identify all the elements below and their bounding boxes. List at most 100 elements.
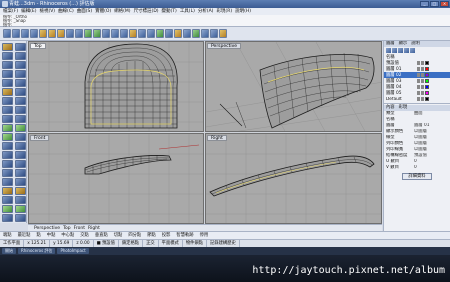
options-icon[interactable] bbox=[183, 29, 191, 38]
lock-icon[interactable] bbox=[421, 67, 424, 71]
osnap-option[interactable]: 四分點 bbox=[128, 232, 141, 239]
text-icon[interactable] bbox=[2, 88, 13, 96]
menu-tools[interactable]: 工具(L) bbox=[180, 8, 195, 15]
osnap-option[interactable]: 點 bbox=[36, 232, 40, 239]
trim-icon[interactable] bbox=[2, 142, 13, 150]
zoom-extents-icon[interactable] bbox=[120, 29, 128, 38]
osnap-option[interactable]: 最近點 bbox=[18, 232, 31, 239]
osnap-option[interactable]: 端點 bbox=[3, 232, 12, 239]
group-icon[interactable] bbox=[2, 214, 13, 222]
mesh-icon[interactable] bbox=[15, 133, 26, 141]
layer-color-swatch[interactable] bbox=[425, 97, 429, 101]
rotate-view-icon[interactable] bbox=[93, 29, 101, 38]
menu-curve[interactable]: 曲線(C) bbox=[58, 8, 74, 15]
bulb-icon[interactable] bbox=[417, 91, 420, 95]
wireframe-icon[interactable] bbox=[138, 29, 146, 38]
osnap-option[interactable]: 節點 bbox=[147, 232, 156, 239]
layer-color-swatch[interactable] bbox=[425, 67, 429, 71]
osnap-option[interactable]: 切點 bbox=[114, 232, 123, 239]
viewport-front[interactable]: Front bbox=[28, 133, 204, 224]
tab-help[interactable]: 說明 bbox=[411, 41, 420, 47]
hide-icon[interactable] bbox=[15, 214, 26, 222]
mirror-icon[interactable] bbox=[2, 178, 13, 186]
layer-row[interactable]: Default bbox=[384, 96, 450, 102]
zoom-window-icon[interactable] bbox=[111, 29, 119, 38]
bulb-icon[interactable] bbox=[417, 73, 420, 77]
bulb-icon[interactable] bbox=[417, 61, 420, 65]
select-icon[interactable] bbox=[129, 29, 137, 38]
boolean-difference-icon[interactable] bbox=[15, 187, 26, 195]
fillet-icon[interactable] bbox=[2, 97, 13, 105]
property-row[interactable]: V 數目 0 bbox=[384, 165, 450, 171]
menu-mesh[interactable]: 網格(M) bbox=[114, 8, 130, 15]
osnap-option[interactable]: 垂直點 bbox=[95, 232, 108, 239]
layer-color-swatch[interactable] bbox=[425, 79, 429, 83]
viewport-top-label[interactable]: Top bbox=[30, 43, 46, 49]
filter-icon[interactable] bbox=[410, 48, 415, 53]
move-down-icon[interactable] bbox=[404, 48, 409, 53]
new-layer-icon[interactable] bbox=[386, 48, 391, 53]
help-icon[interactable] bbox=[192, 29, 200, 38]
viewport-right-label[interactable]: Right bbox=[207, 135, 227, 141]
shaded-icon[interactable] bbox=[147, 29, 155, 38]
menu-surface[interactable]: 曲面(S) bbox=[77, 8, 92, 15]
delete-layer-icon[interactable] bbox=[392, 48, 397, 53]
command-area[interactable]: 指令: _Ortho 指令: _Snap 指令: bbox=[0, 15, 450, 27]
details-button[interactable]: 詳細資料 bbox=[402, 173, 432, 180]
analyze-icon[interactable] bbox=[2, 205, 13, 213]
dimension-icon[interactable] bbox=[15, 205, 26, 213]
lock-icon[interactable] bbox=[421, 91, 424, 95]
save-file-icon[interactable] bbox=[21, 29, 29, 38]
split-icon[interactable] bbox=[15, 142, 26, 150]
status-cell[interactable]: 記錄建構歷史 bbox=[207, 240, 240, 247]
task-photoimpact[interactable]: PhotoImpact bbox=[57, 248, 89, 254]
maximize-button[interactable]: □ bbox=[430, 1, 439, 7]
rotate-icon[interactable] bbox=[2, 169, 13, 177]
new-file-icon[interactable] bbox=[3, 29, 11, 38]
print-icon[interactable] bbox=[30, 29, 38, 38]
osnap-option[interactable]: 停用 bbox=[200, 232, 209, 239]
property-value[interactable]: 0 bbox=[414, 165, 449, 171]
arc-icon[interactable] bbox=[2, 70, 13, 78]
menu-view[interactable]: 檢視(V) bbox=[39, 8, 55, 15]
control-points-icon[interactable] bbox=[2, 196, 13, 204]
status-cell[interactable]: 物件鎖點 bbox=[183, 240, 208, 247]
viewport-perspective-label[interactable]: Perspective bbox=[207, 43, 242, 49]
move-icon[interactable] bbox=[2, 160, 13, 168]
viewport-front-label[interactable]: Front bbox=[30, 135, 50, 141]
status-cell[interactable]: ■ 預設值 bbox=[94, 240, 119, 247]
point-icon[interactable] bbox=[15, 43, 26, 51]
menu-analyze[interactable]: 分析(A) bbox=[198, 8, 214, 15]
copy-object-icon[interactable] bbox=[15, 160, 26, 168]
properties-icon[interactable] bbox=[174, 29, 182, 38]
start-button[interactable]: 開始 bbox=[2, 248, 16, 254]
osnap-option[interactable]: 交點 bbox=[80, 232, 89, 239]
rectangle-icon[interactable] bbox=[2, 79, 13, 87]
lock-icon[interactable] bbox=[421, 97, 424, 101]
bulb-icon[interactable] bbox=[417, 67, 420, 71]
layer-color-swatch[interactable] bbox=[425, 85, 429, 89]
lock-icon[interactable] bbox=[421, 85, 424, 89]
osnap-option[interactable]: 中心點 bbox=[61, 232, 74, 239]
redo-icon[interactable] bbox=[75, 29, 83, 38]
line-icon[interactable] bbox=[2, 52, 13, 60]
menu-help[interactable]: 說明(H) bbox=[235, 8, 251, 15]
viewport-right[interactable]: Right bbox=[205, 133, 382, 224]
close-button[interactable]: × bbox=[440, 1, 449, 7]
layer-icon[interactable] bbox=[165, 29, 173, 38]
boolean-union-icon[interactable] bbox=[2, 187, 13, 195]
cylinder-icon[interactable] bbox=[2, 133, 13, 141]
bulb-icon[interactable] bbox=[417, 79, 420, 83]
menu-transform[interactable]: 變動(T) bbox=[162, 8, 177, 15]
layer-color-swatch[interactable] bbox=[425, 73, 429, 77]
polygon-icon[interactable] bbox=[15, 79, 26, 87]
tab-display[interactable]: 顯示 bbox=[399, 41, 408, 47]
osnap-option[interactable]: 中點 bbox=[47, 232, 56, 239]
polyline-icon[interactable] bbox=[15, 52, 26, 60]
move-up-icon[interactable] bbox=[398, 48, 403, 53]
status-cell[interactable]: 平面模式 bbox=[159, 240, 183, 247]
viewport-perspective[interactable]: Perspective bbox=[205, 41, 382, 132]
select-arrow-icon[interactable] bbox=[2, 43, 13, 51]
array-icon[interactable] bbox=[15, 178, 26, 186]
menu-solid[interactable]: 實體(O) bbox=[95, 8, 111, 15]
